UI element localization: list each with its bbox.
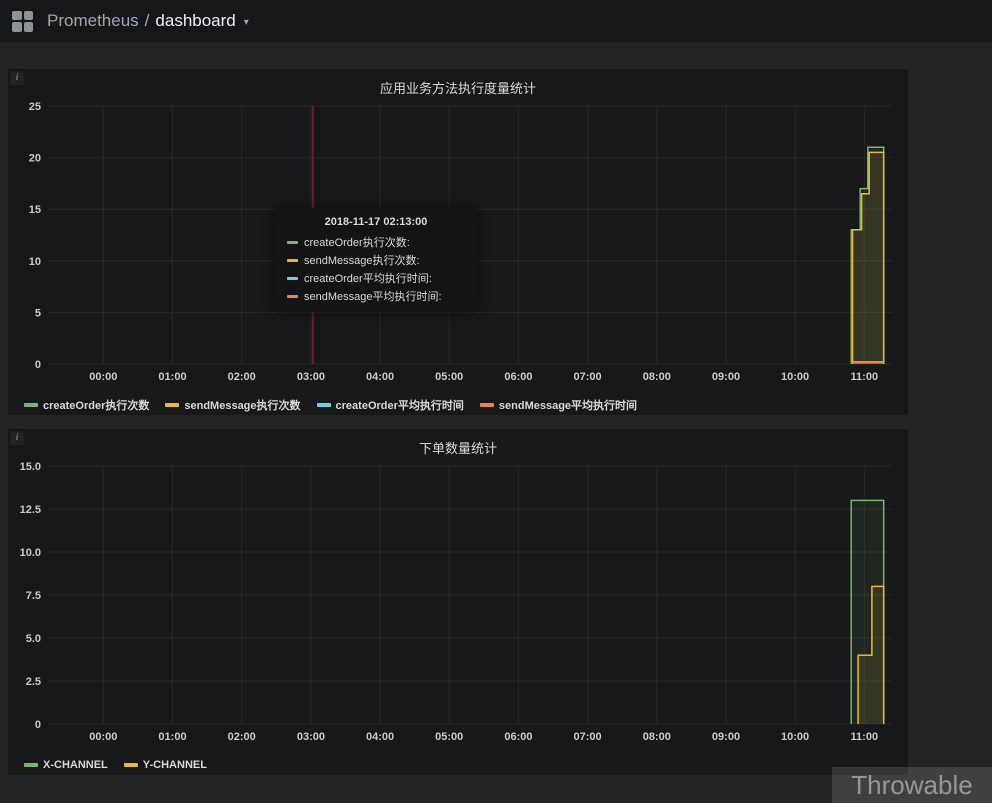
panel-title[interactable]: 下单数量统计 (8, 429, 908, 456)
y-axis-tick-label: 0 (35, 359, 41, 371)
x-axis-tick-label: 00:00 (89, 371, 117, 383)
x-axis-tick-label: 04:00 (366, 371, 394, 383)
x-axis-tick-label: 00:00 (89, 731, 117, 743)
breadcrumb-app[interactable]: Prometheus (47, 11, 139, 31)
chart-legend: createOrder执行次数 sendMessage执行次数 createOrde… (8, 389, 908, 415)
x-axis-tick-label: 11:00 (851, 731, 879, 743)
x-axis-tick-label: 10:00 (781, 731, 809, 743)
y-axis-tick-label: 15.0 (20, 461, 41, 473)
x-axis-tick-label: 03:00 (297, 731, 325, 743)
x-axis-tick-label: 09:00 (712, 731, 740, 743)
time-series-chart[interactable]: 0 2.5 5.0 7.5 10.0 12.5 15.0 00:00 01:00 02:00 03:… (8, 456, 908, 749)
legend-item[interactable]: Y-CHANNEL (123, 759, 207, 771)
legend-item[interactable]: createOrder执行次数 (24, 397, 149, 413)
x-axis-tick-label: 05:00 (435, 371, 463, 383)
chevron-down-icon[interactable]: ▾ (244, 14, 249, 28)
legend-swatch-icon (24, 763, 38, 767)
x-axis-tick-label: 08:00 (643, 371, 671, 383)
y-axis-tick-label: 20 (29, 153, 41, 165)
breadcrumb-separator: / (144, 11, 150, 30)
tooltip-timestamp: 2018-11-17 02:13:00 (324, 216, 428, 228)
legend-label: sendMessage执行次数 (184, 400, 301, 412)
y-axis-tick-label: 15 (29, 204, 41, 216)
legend-swatch-icon (479, 403, 494, 407)
chart-legend: X-CHANNEL Y-CHANNEL (8, 749, 908, 775)
logo-square (23, 22, 33, 32)
panel-info-icon[interactable]: i (10, 71, 24, 85)
x-axis-tick-label: 10:00 (781, 371, 809, 383)
x-axis-tick-label: 11:00 (851, 371, 879, 383)
y-axis-tick-label: 12.5 (20, 504, 41, 516)
tooltip-series-swatch-icon (287, 294, 298, 298)
x-axis-tick-label: 08:00 (643, 731, 671, 743)
legend-swatch-icon (316, 403, 331, 407)
x-axis-tick-label: 07:00 (574, 731, 602, 743)
legend-item[interactable]: sendMessage执行次数 (165, 397, 301, 413)
breadcrumb: Prometheus / dashboard ▾ (47, 11, 249, 31)
tooltip-rows: createOrder执行次数: sendMessage执行次数: createOr… (287, 233, 465, 305)
panel-method-metrics: i 应用业务方法执行度量统计 0 5 10 15 20 25 00:00 01:00 02:00… (8, 69, 908, 415)
legend-item[interactable]: sendMessage平均执行时间 (479, 397, 638, 413)
tooltip-series-swatch-icon (287, 276, 298, 280)
legend-swatch-icon (123, 763, 138, 767)
tooltip-series-swatch-icon (287, 258, 298, 262)
grafana-logo-icon[interactable] (12, 10, 33, 32)
tooltip-series-row: sendMessage平均执行时间: (287, 287, 465, 305)
legend-item[interactable]: createOrder平均执行时间 (316, 397, 464, 413)
logo-square (12, 10, 22, 20)
x-axis-tick-label: 07:00 (574, 371, 602, 383)
legend-label: createOrder平均执行时间 (335, 400, 464, 412)
chart-tooltip: 2018-11-17 02:13:00 createOrder执行次数: send… (275, 208, 477, 312)
tooltip-series-label: sendMessage执行次数: (304, 255, 420, 267)
legend-item[interactable]: X-CHANNEL (24, 759, 108, 771)
y-axis-tick-label: 5 (35, 307, 41, 319)
x-axis-tick-label: 04:00 (366, 731, 394, 743)
tooltip-series-swatch-icon (287, 240, 298, 244)
x-axis-tick-label: 03:00 (297, 371, 325, 383)
legend-label: createOrder执行次数 (43, 400, 150, 412)
x-axis-tick-label: 02:00 (228, 371, 256, 383)
y-axis-tick-label: 0 (35, 719, 41, 731)
x-axis-tick-label: 09:00 (712, 371, 740, 383)
x-axis-tick-label: 05:00 (435, 731, 463, 743)
panel-title[interactable]: 应用业务方法执行度量统计 (8, 69, 908, 96)
y-axis-tick-label: 10.0 (20, 547, 41, 559)
legend-label: X-CHANNEL (43, 759, 108, 771)
tooltip-series-row: createOrder执行次数: (287, 233, 465, 251)
tooltip-series-label: createOrder执行次数: (304, 237, 410, 249)
x-axis-tick-label: 06:00 (504, 731, 532, 743)
panel-info-icon[interactable]: i (10, 431, 24, 445)
y-axis-tick-label: 5.0 (26, 633, 41, 645)
tooltip-series-label: createOrder平均执行时间: (304, 273, 432, 285)
logo-square (12, 22, 22, 32)
y-axis-tick-label: 25 (29, 101, 41, 113)
y-axis-tick-label: 10 (29, 256, 41, 268)
y-axis-tick-label: 2.5 (26, 676, 41, 688)
breadcrumb-page[interactable]: dashboard (155, 11, 235, 31)
legend-swatch-icon (165, 403, 180, 407)
x-axis-tick-label: 01:00 (158, 371, 186, 383)
watermark: Throwable (832, 767, 992, 803)
x-axis-tick-label: 02:00 (228, 731, 256, 743)
x-axis-tick-label: 06:00 (504, 371, 532, 383)
tooltip-series-row: sendMessage执行次数: (287, 251, 465, 269)
navbar: Prometheus / dashboard ▾ (0, 0, 992, 42)
tooltip-series-row: createOrder平均执行时间: (287, 269, 465, 287)
x-axis-tick-label: 01:00 (158, 731, 186, 743)
panel-order-count: i 下单数量统计 0 2.5 5.0 7.5 10.0 12.5 15.0 00:00 01:0… (8, 429, 908, 775)
y-axis-tick-label: 7.5 (26, 590, 41, 602)
legend-swatch-icon (24, 403, 38, 407)
legend-label: Y-CHANNEL (142, 759, 207, 771)
logo-square (23, 10, 33, 20)
legend-label: sendMessage平均执行时间 (498, 400, 638, 412)
tooltip-series-label: sendMessage平均执行时间: (304, 291, 442, 303)
